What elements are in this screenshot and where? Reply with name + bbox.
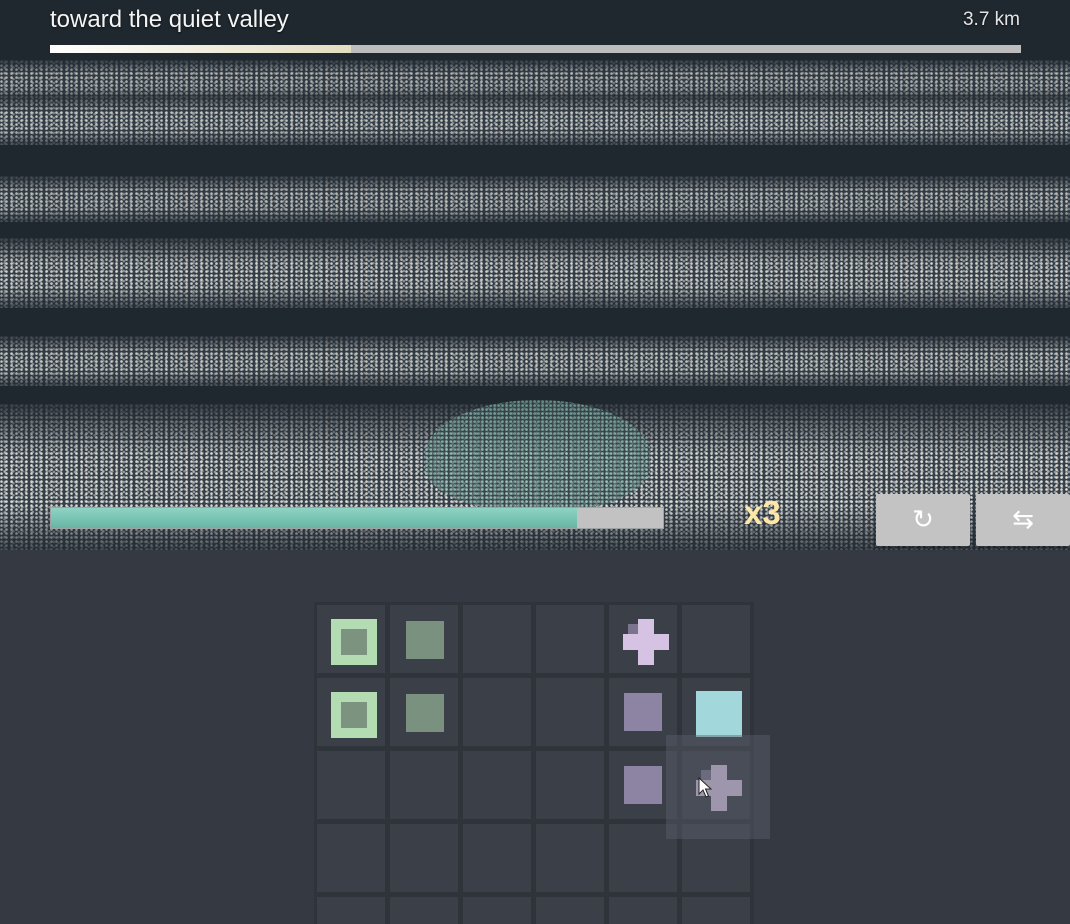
inventory-slot[interactable]	[463, 897, 531, 924]
boulder	[425, 400, 650, 510]
inventory-slot[interactable]	[536, 605, 604, 673]
inventory-slot[interactable]	[317, 751, 385, 819]
violet-block-icon[interactable]	[624, 766, 662, 804]
rotate-icon: ↻	[912, 505, 934, 535]
inventory-slot[interactable]	[390, 751, 458, 819]
inventory-slot[interactable]	[609, 605, 677, 673]
plus-block-part	[638, 619, 654, 665]
inventory-slot[interactable]	[317, 897, 385, 924]
inventory-slot[interactable]	[536, 678, 604, 746]
route-progress-fill	[50, 45, 351, 53]
energy-bar	[50, 507, 664, 529]
green-block-icon[interactable]	[406, 694, 444, 732]
inventory-slot[interactable]	[317, 678, 385, 746]
route-title: toward the quiet valley	[50, 6, 289, 33]
route-distance: 3.7 km	[962, 9, 1020, 30]
inventory-slot[interactable]	[536, 751, 604, 819]
inventory-slot[interactable]	[317, 605, 385, 673]
terrain-ridge	[0, 238, 1070, 308]
terrain-ridge	[0, 95, 1070, 145]
rotate-button[interactable]: ↻	[876, 494, 970, 546]
inventory-slot[interactable]	[390, 678, 458, 746]
plus-block-icon[interactable]	[623, 619, 669, 665]
terrain-ridge	[0, 176, 1070, 222]
inventory-slot[interactable]	[390, 824, 458, 892]
terrain-scene	[0, 0, 1070, 550]
inventory-slot[interactable]	[390, 605, 458, 673]
inventory-slot[interactable]	[682, 897, 750, 924]
inventory-slot[interactable]	[536, 897, 604, 924]
mouse-cursor-icon	[698, 777, 712, 798]
score-multiplier: x3	[744, 494, 781, 531]
green-frame-block-icon[interactable]	[331, 619, 377, 665]
inventory-slot[interactable]	[536, 824, 604, 892]
inventory-slot[interactable]	[390, 897, 458, 924]
terrain-ridge	[0, 336, 1070, 386]
energy-bar-fill	[51, 508, 578, 528]
inventory-slot[interactable]	[682, 605, 750, 673]
inventory-slot[interactable]	[463, 605, 531, 673]
inventory-slot[interactable]	[463, 678, 531, 746]
swap-arrows-icon: ⇆	[1012, 505, 1034, 535]
route-progress-bar	[50, 45, 1021, 53]
violet-block-icon[interactable]	[624, 693, 662, 731]
hover-highlight	[666, 735, 770, 839]
inventory-slot[interactable]	[609, 897, 677, 924]
inventory-slot[interactable]	[463, 824, 531, 892]
green-block-icon[interactable]	[406, 621, 444, 659]
inventory-slot[interactable]	[317, 824, 385, 892]
terrain-ridge	[0, 60, 1070, 100]
cyan-block-icon[interactable]	[696, 691, 742, 737]
swap-button[interactable]: ⇆	[976, 494, 1070, 546]
game-screen: toward the quiet valley 3.7 km x3 ↻ ⇆	[0, 0, 1070, 924]
green-frame-block-icon[interactable]	[331, 692, 377, 738]
inventory-slot[interactable]	[463, 751, 531, 819]
